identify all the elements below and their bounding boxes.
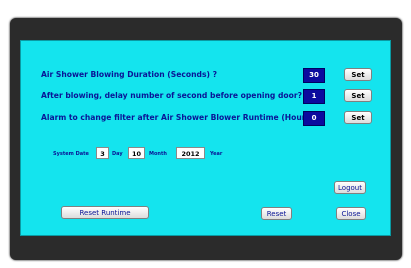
reset-runtime-button[interactable]: Reset Runtime (61, 206, 149, 219)
logout-button[interactable]: Logout (334, 181, 366, 194)
settings-panel: Air Shower Blowing Duration (Seconds) ? … (20, 40, 391, 236)
door-delay-value[interactable]: 1 (303, 89, 325, 104)
day-label: Day (112, 151, 123, 157)
row-filter-alarm: Alarm to change filter after Air Shower … (21, 111, 390, 127)
row-door-delay: After blowing, delay number of second be… (21, 89, 390, 105)
year-label: Year (210, 151, 223, 157)
year-input[interactable]: 2012 (176, 147, 205, 159)
set-blowing-duration-button[interactable]: Set (344, 68, 372, 81)
month-label: Month (149, 151, 167, 157)
set-door-delay-button[interactable]: Set (344, 89, 372, 102)
blowing-duration-value[interactable]: 30 (303, 68, 325, 83)
system-date-label: System Date (53, 151, 89, 157)
close-button[interactable]: Close (336, 207, 366, 220)
reset-button[interactable]: Reset (261, 207, 292, 220)
door-delay-label: After blowing, delay number of second be… (41, 91, 302, 100)
filter-alarm-value[interactable]: 0 (303, 111, 325, 126)
month-input[interactable]: 10 (128, 147, 145, 159)
day-input[interactable]: 3 (96, 147, 109, 159)
row-blowing-duration: Air Shower Blowing Duration (Seconds) ? … (21, 68, 390, 84)
set-filter-alarm-button[interactable]: Set (344, 111, 372, 124)
blowing-duration-label: Air Shower Blowing Duration (Seconds) ? (41, 70, 217, 79)
filter-alarm-label: Alarm to change filter after Air Shower … (41, 113, 314, 122)
